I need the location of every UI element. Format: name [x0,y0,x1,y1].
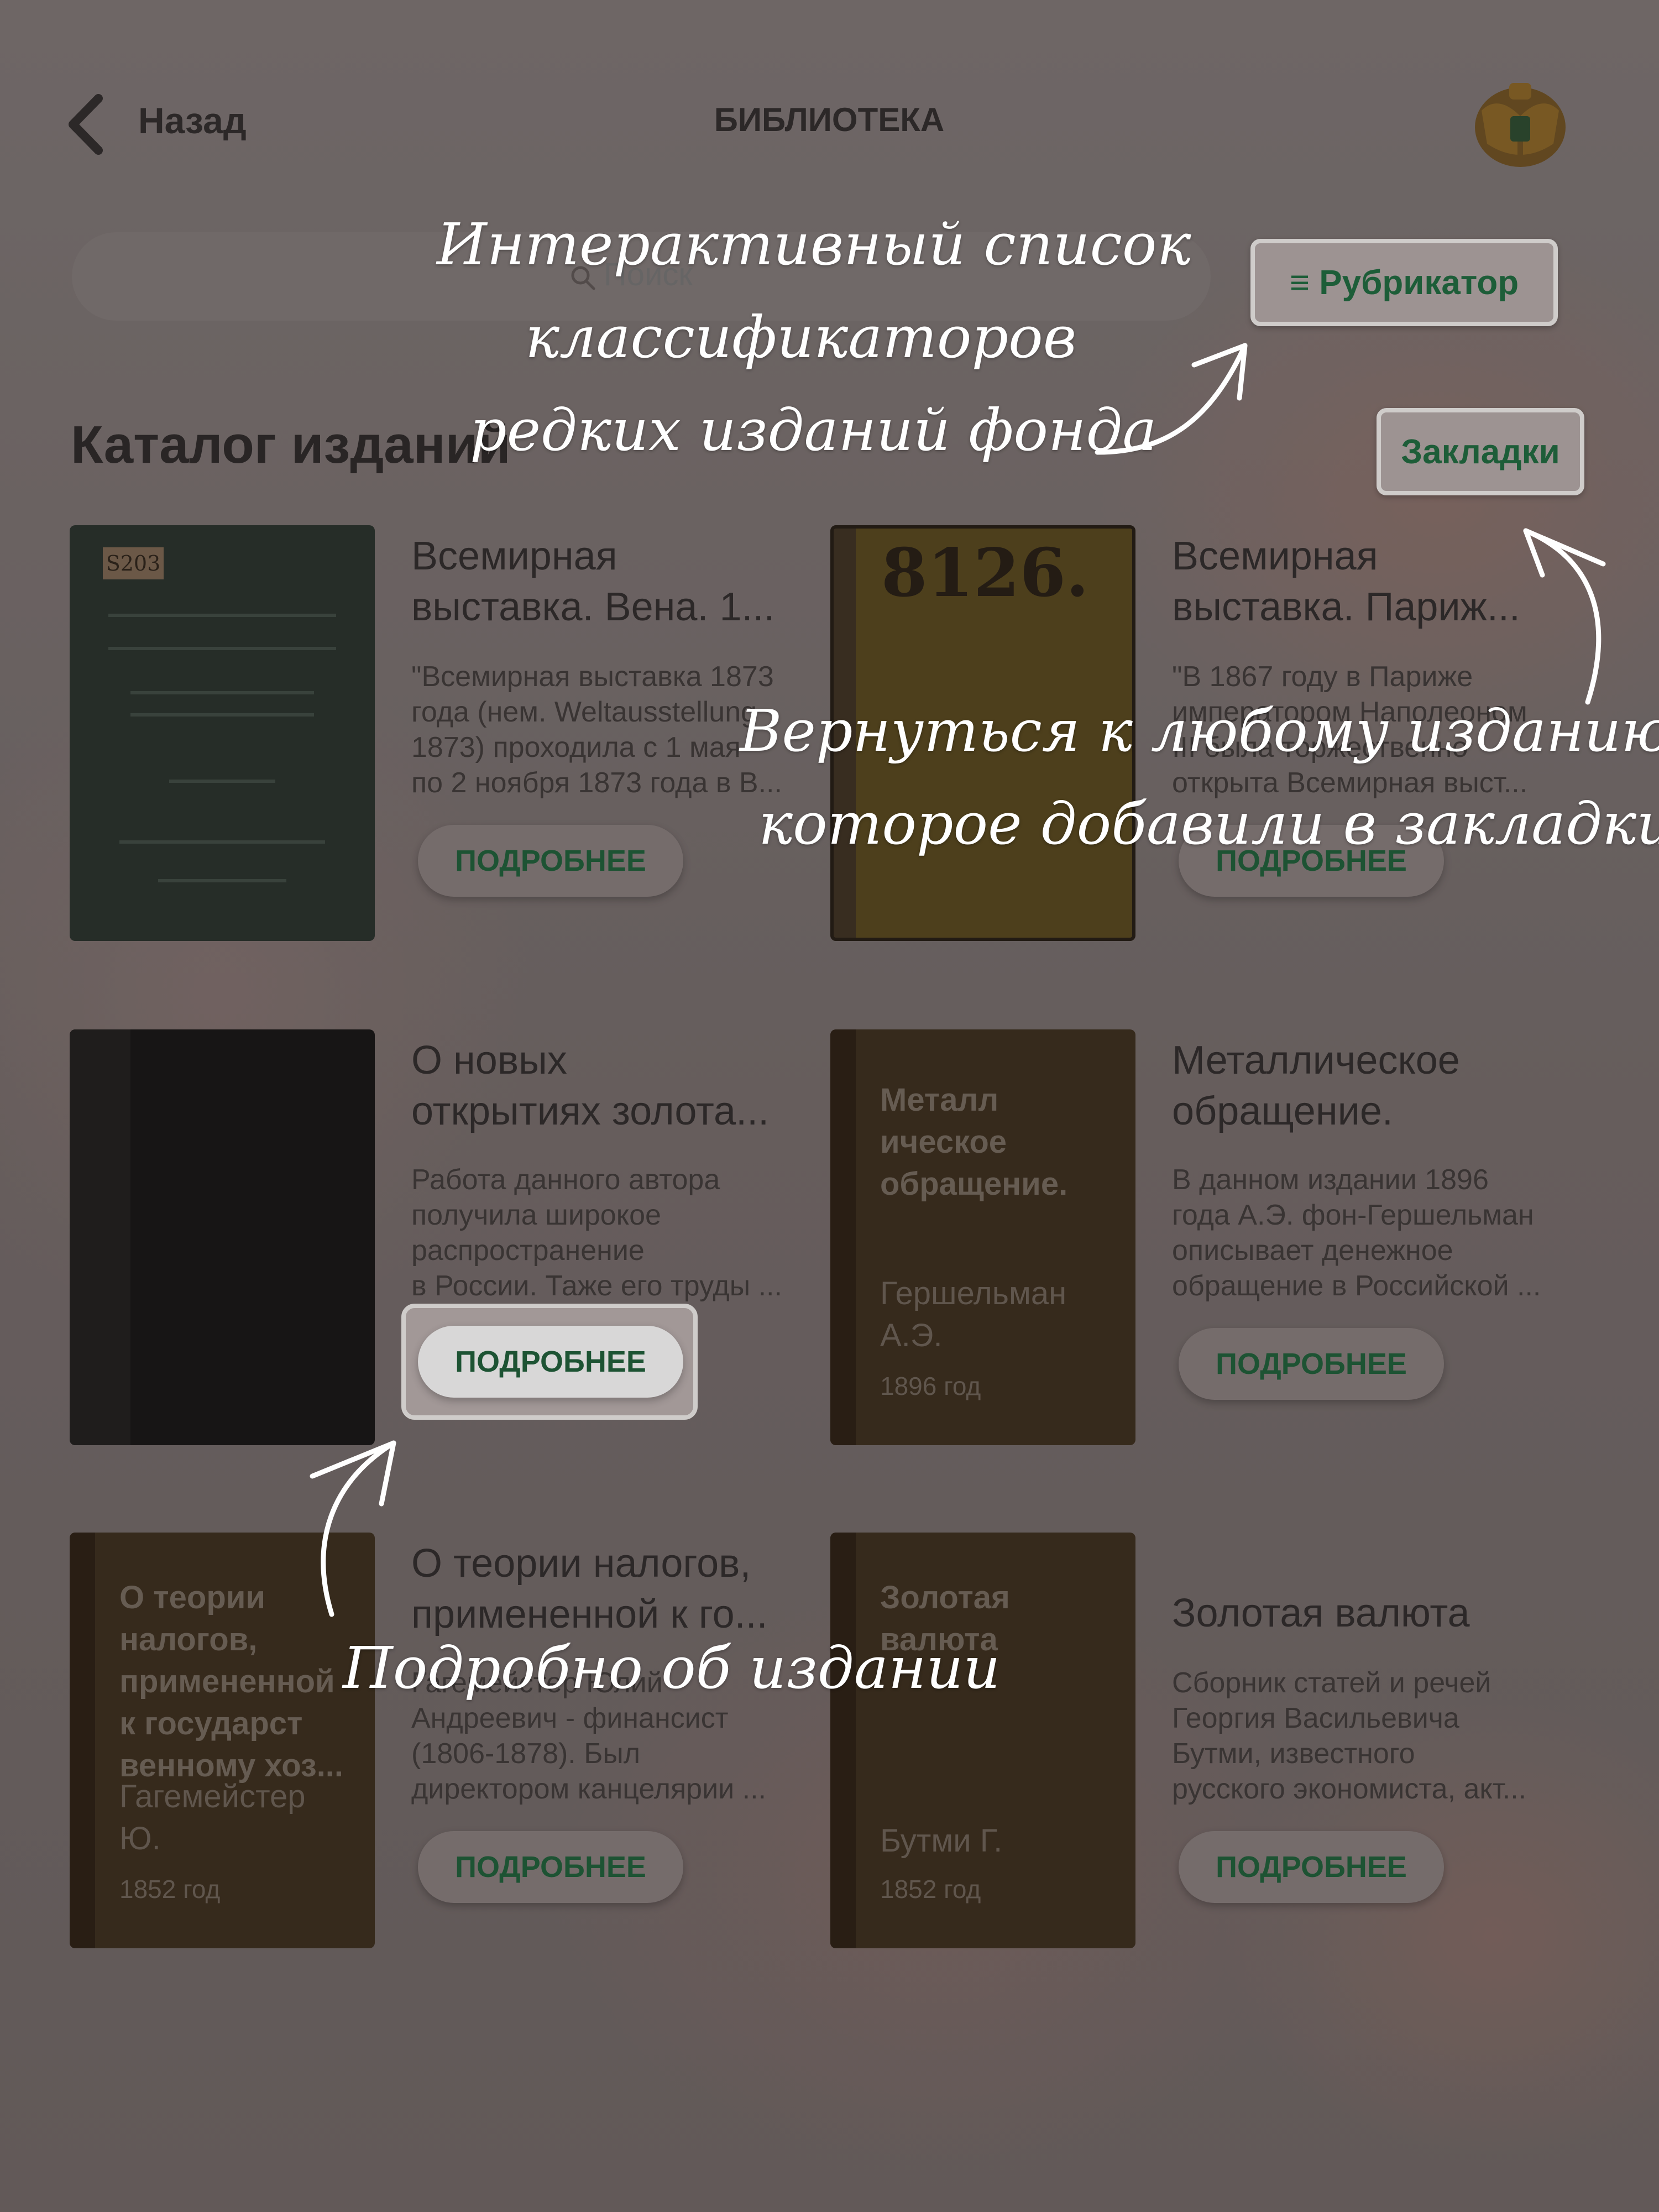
annotation-rubricator-line2: классификаторов [525,304,1077,371]
annotation-rubricator-line3: редких изданий фонда [470,396,1157,464]
annotation-rubricator-line1: Интерактивный список [437,211,1191,278]
annotation-details: Подробно об издании [343,1634,1001,1702]
annotation-bookmarks-line1: Вернуться к любому изданию, [740,697,1659,765]
annotation-bookmarks-line2: которое добавили в закладки [758,790,1659,857]
